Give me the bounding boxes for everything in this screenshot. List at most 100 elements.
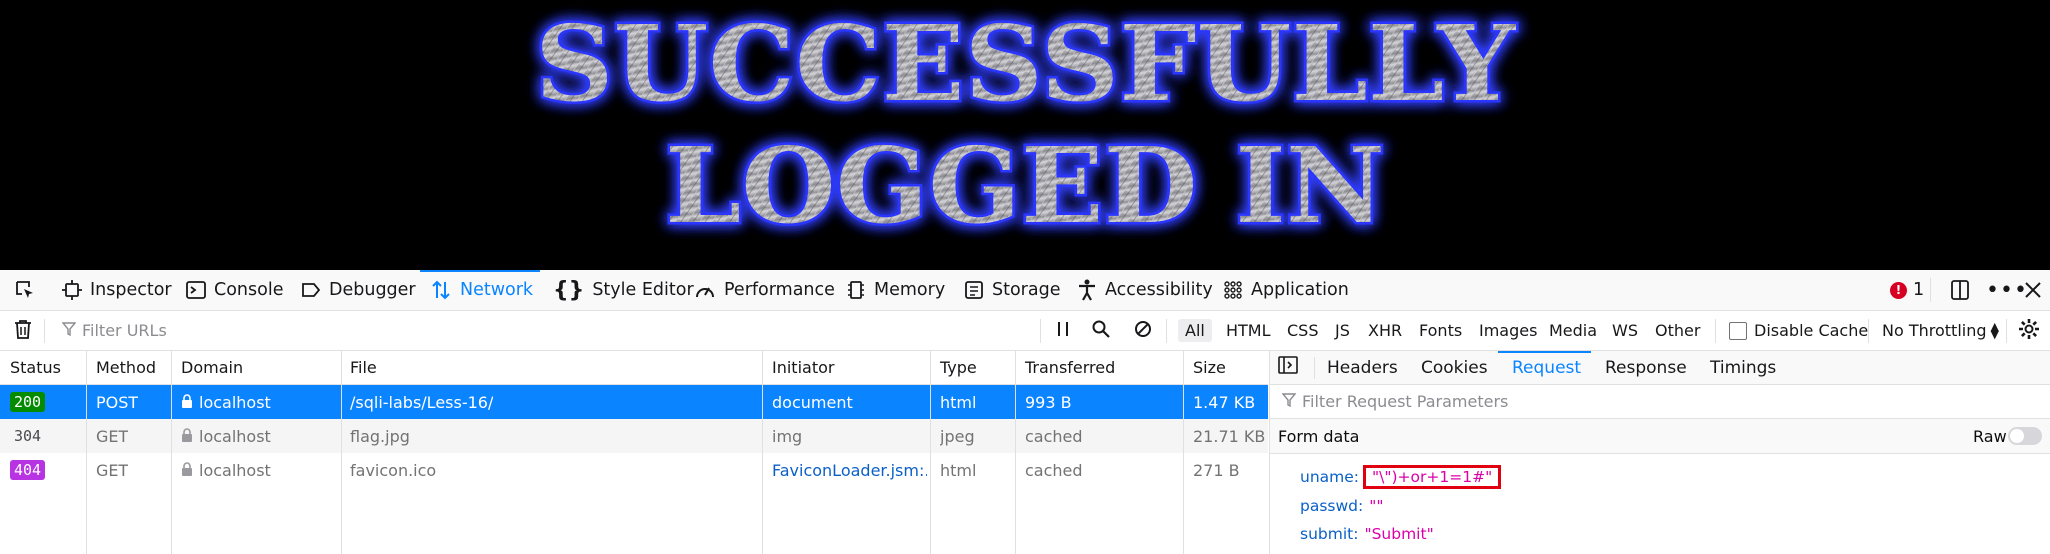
domain-cell: localhost	[181, 385, 271, 419]
domain-text: localhost	[199, 392, 271, 412]
transferred-cell: 993 B	[1025, 392, 1072, 412]
type-filter-css[interactable]: CSS	[1287, 311, 1318, 350]
column-method[interactable]: Method	[96, 351, 156, 384]
tab-network[interactable]: Network	[430, 270, 533, 310]
tab-inspector[interactable]: Inspector	[62, 270, 172, 310]
storage-icon	[964, 280, 984, 300]
column-transferred[interactable]: Transferred	[1025, 351, 1115, 384]
disable-cache-checkbox[interactable]: Disable Cache	[1729, 311, 1868, 350]
type-cell: html	[940, 392, 977, 412]
close-icon	[2024, 281, 2042, 299]
throttling-select[interactable]: No Throttling ▲ ▼	[1882, 311, 1999, 350]
checkbox-box	[1729, 321, 1747, 340]
type-filter-xhr[interactable]: XHR	[1368, 311, 1402, 350]
tab-performance[interactable]: Performance	[694, 270, 835, 310]
type-filter-media[interactable]: Media	[1549, 311, 1597, 350]
tab-label: Console	[214, 280, 284, 300]
type-filter-other[interactable]: Other	[1655, 311, 1700, 350]
column-size[interactable]: Size	[1193, 351, 1226, 384]
element-picker-button[interactable]	[14, 270, 36, 310]
type-cell: html	[940, 460, 977, 480]
tab-label: Inspector	[90, 280, 172, 300]
tab-request[interactable]: Request	[1512, 351, 1581, 384]
banner-line-1: SUCCESSFULLY	[535, 2, 1517, 125]
initiator-link[interactable]: FaviconLoader.jsm:...	[772, 453, 927, 487]
filter-request-parameters-input[interactable]: Filter Request Parameters	[1270, 385, 2050, 419]
tab-accessibility[interactable]: Accessibility	[1077, 270, 1213, 310]
tab-cookies[interactable]: Cookies	[1421, 351, 1488, 384]
request-details-panel: Headers Cookies Request Response Timings…	[1269, 351, 2050, 554]
filter-urls-input[interactable]: Filter URLs	[61, 311, 1022, 350]
type-filter-images[interactable]: Images	[1479, 311, 1537, 350]
type-filter-js[interactable]: JS	[1335, 311, 1350, 350]
tab-response[interactable]: Response	[1605, 351, 1687, 384]
type-filter-ws[interactable]: WS	[1612, 311, 1638, 350]
raw-toggle[interactable]	[2008, 427, 2042, 445]
braces-icon: {}	[553, 277, 585, 303]
column-type[interactable]: Type	[940, 351, 977, 384]
column-file[interactable]: File	[350, 351, 377, 384]
clear-requests-button[interactable]	[14, 311, 32, 350]
tab-storage[interactable]: Storage	[964, 270, 1060, 310]
column-initiator[interactable]: Initiator	[772, 351, 834, 384]
param-row-passwd: passwd: ""	[1300, 493, 1384, 519]
tab-label: Style Editor	[592, 280, 694, 300]
type-filter-fonts[interactable]: Fonts	[1419, 311, 1462, 350]
type-filter-all[interactable]: All	[1178, 311, 1212, 350]
status-cell: 404	[10, 453, 46, 487]
transferred-cell: cached	[1025, 460, 1083, 480]
close-button[interactable]	[2024, 270, 2042, 310]
param-key: passwd:	[1300, 497, 1364, 515]
column-domain[interactable]: Domain	[181, 351, 243, 384]
tab-label: Debugger	[329, 280, 416, 300]
dock-button[interactable]	[1950, 270, 1970, 310]
search-icon	[1092, 320, 1110, 342]
domain-text: localhost	[199, 426, 271, 446]
param-key: uname:	[1300, 468, 1360, 486]
network-settings-button[interactable]	[2018, 311, 2040, 350]
tab-memory[interactable]: Memory	[846, 270, 945, 310]
error-count: 1	[1913, 280, 1925, 300]
gauge-icon	[694, 280, 716, 300]
tab-console[interactable]: Console	[186, 270, 283, 310]
param-value: "Submit"	[1364, 525, 1434, 543]
pause-button[interactable]	[1056, 311, 1070, 350]
transferred-cell: cached	[1025, 426, 1083, 446]
error-count-button[interactable]: ! 1	[1890, 270, 1924, 310]
pause-icon	[1056, 321, 1070, 341]
tab-label: Accessibility	[1105, 280, 1213, 300]
filter-urls-placeholder: Filter URLs	[82, 321, 167, 340]
tab-headers[interactable]: Headers	[1327, 351, 1398, 384]
method-cell: GET	[96, 426, 129, 446]
element-picker-icon	[14, 279, 36, 301]
more-button[interactable]: •••	[1986, 270, 2028, 310]
toggle-panel-button[interactable]	[1278, 351, 1298, 384]
type-filter-label: All	[1178, 319, 1212, 342]
tab-debugger[interactable]: Debugger	[301, 270, 416, 310]
domain-cell: localhost	[181, 419, 271, 453]
tab-application[interactable]: Application	[1223, 270, 1349, 310]
method-cell: GET	[96, 460, 129, 480]
grid-icon	[1223, 280, 1243, 300]
search-button[interactable]	[1092, 311, 1110, 350]
table-row[interactable]: 304 GET localhost flag.jpg img jpeg cach…	[0, 419, 1268, 453]
status-badge: 200	[10, 392, 46, 412]
filter-icon	[61, 321, 77, 340]
table-row[interactable]: 404 GET localhost favicon.ico FaviconLoa…	[0, 453, 1268, 487]
tab-timings[interactable]: Timings	[1710, 351, 1776, 384]
tab-style-editor[interactable]: {} Style Editor	[553, 270, 694, 310]
table-row[interactable]: 200 POST localhost /sqli-labs/Less-16/ d…	[0, 385, 1268, 419]
raw-label: Raw	[1973, 426, 2007, 446]
status-cell: 200	[10, 385, 46, 419]
block-icon	[1134, 320, 1152, 342]
trash-icon	[14, 319, 32, 343]
domain-text: localhost	[199, 460, 271, 480]
banner-line-2: LOGGED IN	[665, 124, 1385, 247]
devtools-toolbar: Inspector Console Debugger Network {} St…	[0, 270, 2050, 311]
network-arrows-icon	[430, 279, 452, 301]
login-success-banner: SUCCESSFULLY LOGGED IN	[0, 0, 2050, 270]
block-button[interactable]	[1134, 311, 1152, 350]
tab-label: Application	[1251, 280, 1349, 300]
column-status[interactable]: Status	[10, 351, 61, 384]
type-filter-html[interactable]: HTML	[1226, 311, 1271, 350]
